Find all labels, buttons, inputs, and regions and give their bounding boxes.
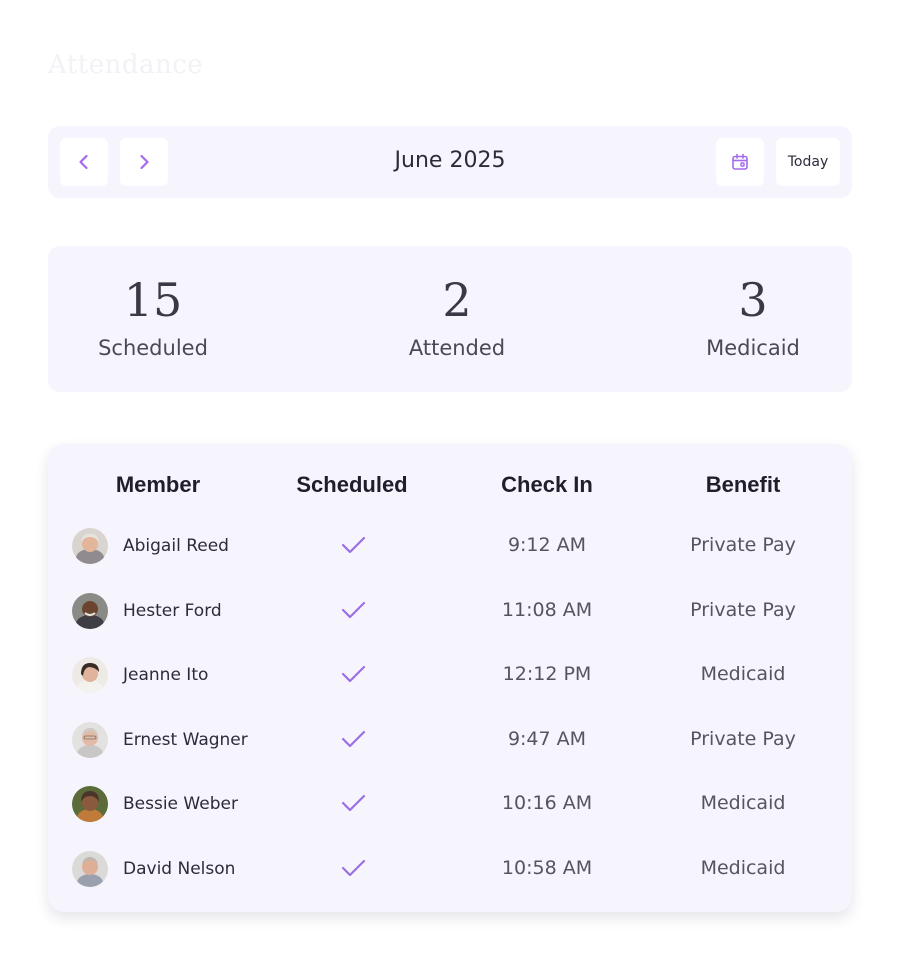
today-button[interactable]: Today: [776, 138, 840, 186]
member-name[interactable]: Jeanne Ito: [123, 665, 208, 685]
table-row[interactable]: Ernest Wagner 9:47 AM Private Pay: [48, 708, 852, 772]
avatar: [72, 593, 108, 629]
stat-medicaid: 3 Medicaid: [653, 272, 853, 360]
member-name[interactable]: Hester Ford: [123, 601, 222, 621]
calendar-icon: [732, 153, 748, 170]
attendance-table: Member Scheduled Check In Benefit Abigai…: [48, 444, 852, 912]
benefit-type: Medicaid: [700, 857, 786, 879]
avatar: [72, 528, 108, 564]
check-icon: [341, 794, 366, 812]
calendar-picker-button[interactable]: [716, 138, 764, 186]
table-row[interactable]: David Nelson 10:58 AM Medicaid: [48, 837, 852, 901]
check-icon: [341, 730, 366, 748]
column-header-check-in[interactable]: Check In: [447, 472, 647, 498]
month-navigation: June 2025 Today: [48, 126, 852, 198]
table-row[interactable]: Jeanne Ito 12:12 PM Medicaid: [48, 643, 852, 707]
check-in-time: 9:12 AM: [507, 534, 587, 556]
avatar: [72, 722, 108, 758]
benefit-type: Private Pay: [690, 728, 796, 750]
stat-label: Attended: [408, 336, 506, 360]
table-row[interactable]: Bessie Weber 10:16 AM Medicaid: [48, 772, 852, 836]
stat-label: Scheduled: [98, 336, 208, 360]
stat-attended: 2 Attended: [357, 272, 557, 360]
check-in-time: 9:47 AM: [507, 728, 587, 750]
check-icon: [341, 859, 366, 877]
avatar: [72, 786, 108, 822]
column-header-member[interactable]: Member: [58, 472, 258, 498]
check-icon: [341, 601, 366, 619]
benefit-type: Private Pay: [690, 534, 796, 556]
table-row[interactable]: Hester Ford 11:08 AM Private Pay: [48, 579, 852, 643]
stat-value: 3: [738, 273, 768, 327]
check-in-time: 11:08 AM: [501, 599, 593, 621]
avatar: [72, 657, 108, 693]
column-header-scheduled[interactable]: Scheduled: [252, 472, 452, 498]
page-title: Attendance: [48, 50, 204, 80]
check-icon: [341, 665, 366, 683]
member-name[interactable]: Abigail Reed: [123, 536, 229, 556]
table-row[interactable]: Abigail Reed 9:12 AM Private Pay: [48, 514, 852, 578]
member-name[interactable]: David Nelson: [123, 859, 235, 879]
benefit-type: Medicaid: [700, 663, 786, 685]
member-name[interactable]: Bessie Weber: [123, 794, 238, 814]
stat-value: 15: [123, 273, 183, 327]
check-in-time: 10:16 AM: [501, 792, 593, 814]
avatar: [72, 851, 108, 887]
benefit-type: Private Pay: [690, 599, 796, 621]
stats-card: 15 Scheduled 2 Attended 3 Medicaid: [48, 246, 852, 392]
stat-label: Medicaid: [706, 336, 800, 360]
stat-scheduled: 15 Scheduled: [53, 272, 253, 360]
check-in-time: 10:58 AM: [501, 857, 593, 879]
member-name[interactable]: Ernest Wagner: [123, 730, 248, 750]
check-icon: [341, 536, 366, 554]
column-header-benefit[interactable]: Benefit: [643, 472, 843, 498]
benefit-type: Medicaid: [700, 792, 786, 814]
check-in-time: 12:12 PM: [502, 663, 592, 685]
stat-value: 2: [442, 273, 472, 327]
